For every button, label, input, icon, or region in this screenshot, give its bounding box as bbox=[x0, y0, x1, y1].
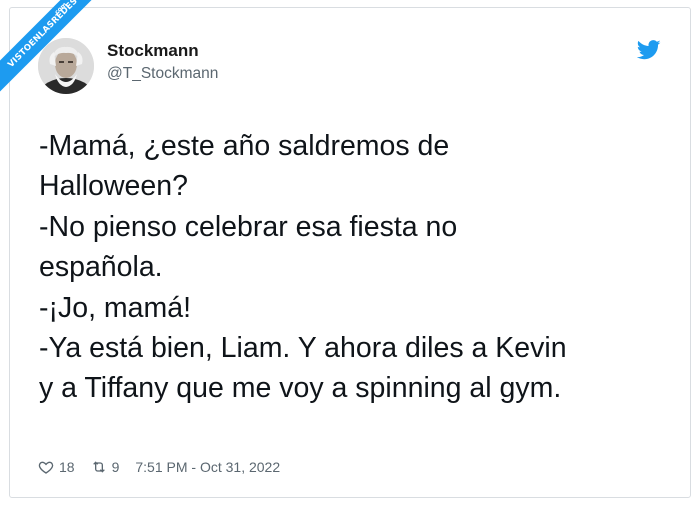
tweet-timestamp[interactable]: 7:51 PM - Oct 31, 2022 bbox=[135, 459, 280, 475]
tweet-line: y a Tiffany que me voy a spinning al gym… bbox=[39, 372, 562, 405]
retweet-count: 9 bbox=[111, 459, 120, 475]
heart-icon[interactable] bbox=[38, 459, 54, 475]
tweet-text: -Mamá, ¿este año saldremos de Halloween?… bbox=[39, 126, 679, 409]
tweet-line: -¡Jo, mamá! bbox=[39, 291, 192, 324]
tweet-line: española. bbox=[39, 251, 163, 284]
author-name[interactable]: Stockmann bbox=[107, 41, 199, 61]
tweet-line: -No pienso celebrar esa fiesta no bbox=[39, 210, 458, 243]
retweet-icon[interactable] bbox=[91, 459, 107, 475]
tweet-footer: 18 9 7:51 PM - Oct 31, 2022 bbox=[38, 457, 280, 477]
tweet-line: Halloween? bbox=[39, 170, 188, 203]
tweet-line: -Ya está bien, Liam. Y ahora diles a Kev… bbox=[39, 332, 567, 365]
twitter-bird-icon[interactable] bbox=[637, 40, 661, 60]
tweet-line: -Mamá, ¿este año saldremos de bbox=[39, 130, 450, 162]
avatar[interactable] bbox=[38, 38, 94, 94]
like-count: 18 bbox=[59, 459, 75, 475]
portrait-avatar-icon bbox=[38, 38, 94, 94]
author-handle[interactable]: @T_Stockmann bbox=[107, 64, 218, 83]
